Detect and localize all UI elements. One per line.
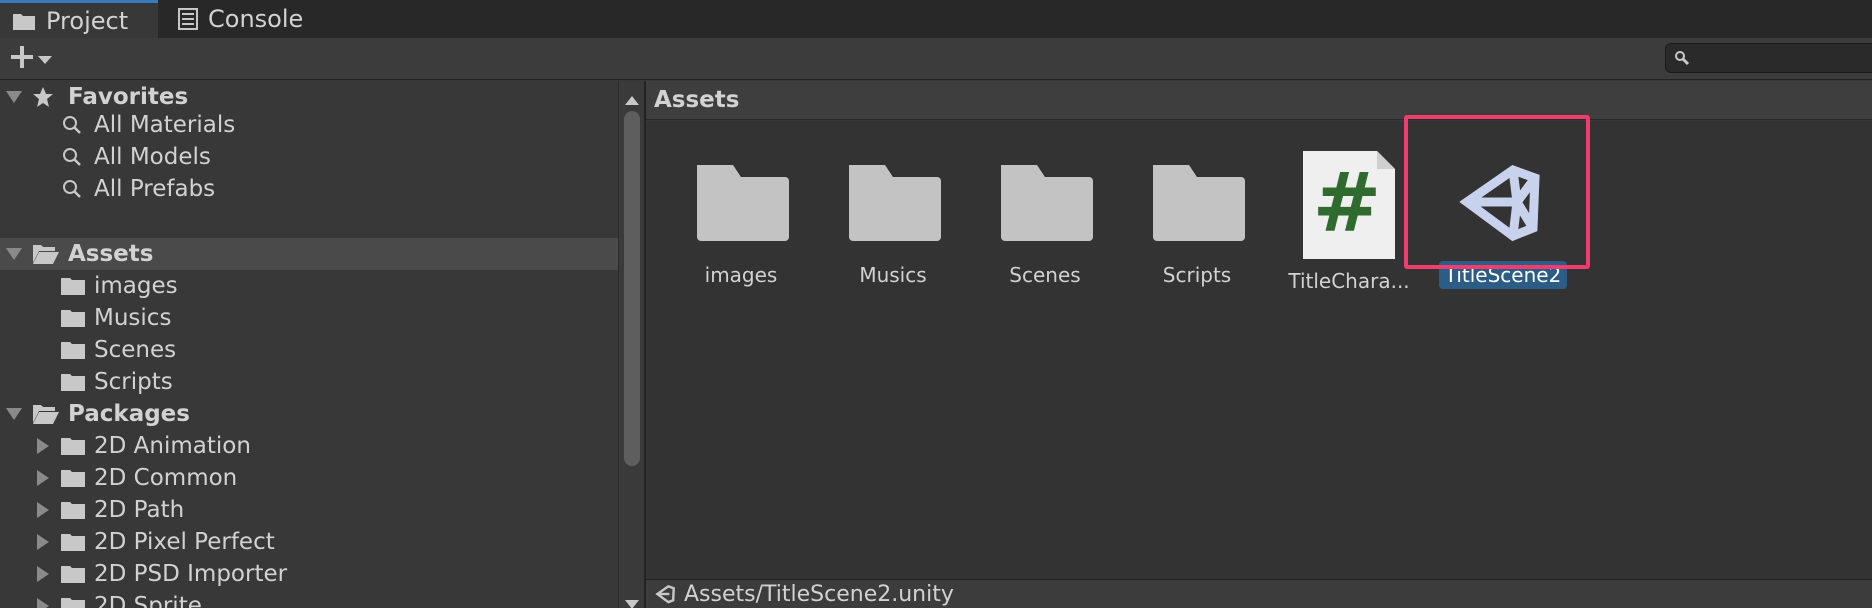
expanded-arrow-icon[interactable] (6, 247, 22, 261)
asset-item-scenes[interactable]: Scenes (970, 149, 1120, 289)
tree-item-all-prefabs[interactable]: All Prefabs (0, 173, 618, 205)
open-folder-icon (32, 403, 60, 425)
tree-item-label: 2D Pixel Perfect (94, 529, 275, 555)
selected-asset-path-bar: Assets/TitleScene2.unity (646, 579, 1872, 608)
toolbar (0, 38, 1872, 80)
asset-item-images[interactable]: images (666, 149, 816, 289)
star-icon (32, 86, 54, 108)
asset-path: Assets/TitleScene2.unity (684, 582, 954, 607)
project-tree: Favorites All Materials All Models All P… (0, 81, 618, 608)
tree-scrollbar[interactable] (618, 81, 644, 608)
folder-icon (60, 500, 86, 520)
add-button[interactable] (10, 44, 62, 74)
asset-item-musics[interactable]: Musics (818, 149, 968, 289)
tree-item-2d-path[interactable]: 2D Path (0, 494, 618, 526)
asset-name: TitleChara... (1288, 269, 1410, 293)
tree-item-images[interactable]: images (0, 270, 618, 302)
tab-project-label: Project (46, 6, 129, 35)
asset-item-scripts[interactable]: Scripts (1122, 149, 1272, 289)
tree-item-label: All Prefabs (94, 176, 216, 202)
tree-item-label: Scenes (94, 337, 177, 363)
asset-item-titlecharacter-script[interactable]: # TitleChara... (1274, 149, 1424, 293)
scroll-up-icon[interactable] (625, 90, 639, 109)
folder-icon (60, 308, 86, 328)
folder-icon (60, 372, 86, 392)
tree-item-label: Musics (94, 305, 172, 331)
search-input[interactable] (1665, 43, 1872, 73)
tree-assets[interactable]: Assets (0, 238, 618, 270)
breadcrumb-assets[interactable]: Assets (654, 87, 739, 113)
tree-item-scenes[interactable]: Scenes (0, 334, 618, 366)
selection-highlight-box (1404, 115, 1590, 269)
search-icon (62, 147, 82, 167)
tree-item-2d-animation[interactable]: 2D Animation (0, 430, 618, 462)
tree-item-all-models[interactable]: All Models (0, 141, 618, 173)
tree-item-label: images (94, 273, 178, 299)
breadcrumb: Assets (646, 81, 1872, 120)
plus-icon (10, 45, 34, 73)
asset-name: Scenes (1009, 263, 1081, 287)
expanded-arrow-icon[interactable] (6, 90, 22, 104)
tree-item-label: All Models (94, 144, 211, 170)
tree-item-label: Scripts (94, 369, 173, 395)
collapsed-arrow-icon[interactable] (36, 534, 50, 550)
tab-bar: Project Console (0, 0, 1872, 38)
tree-favorites-label: Favorites (68, 84, 189, 110)
expanded-arrow-icon[interactable] (6, 407, 22, 421)
search-icon (62, 179, 82, 199)
folder-icon (60, 468, 86, 488)
tab-project[interactable]: Project (0, 0, 158, 38)
scroll-down-icon[interactable] (625, 595, 639, 608)
tree-item-label: 2D PSD Importer (94, 561, 288, 587)
tab-console-label: Console (208, 5, 304, 33)
folder-icon (60, 564, 86, 584)
csharp-script-icon: # (1299, 149, 1399, 261)
tree-packages-label: Packages (68, 401, 190, 427)
asset-name: Musics (859, 263, 927, 287)
folder-icon (60, 596, 86, 608)
folder-icon (691, 149, 791, 255)
tree-item-all-materials[interactable]: All Materials (0, 109, 618, 141)
collapsed-arrow-icon[interactable] (36, 438, 50, 454)
console-icon (178, 8, 198, 30)
asset-name: images (704, 263, 778, 287)
tree-item-label: 2D Common (94, 465, 238, 491)
asset-grid: images Musics Scenes Scripts # TitleChar… (646, 115, 1872, 579)
folder-icon (60, 532, 86, 552)
scrollbar-thumb[interactable] (624, 111, 640, 466)
tree-item-2d-common[interactable]: 2D Common (0, 462, 618, 494)
tree-item-scripts[interactable]: Scripts (0, 366, 618, 398)
chevron-down-icon (38, 50, 52, 69)
tab-console[interactable]: Console (174, 0, 303, 38)
folder-icon (60, 276, 86, 296)
folder-icon (843, 149, 943, 255)
collapsed-arrow-icon[interactable] (36, 566, 50, 582)
search-icon (1674, 50, 1690, 70)
tree-item-label: 2D Animation (94, 433, 251, 459)
collapsed-arrow-icon[interactable] (36, 470, 50, 486)
folder-icon (1147, 149, 1247, 255)
tree-item-label: All Materials (94, 112, 236, 138)
tree-item-2d-pixel-perfect[interactable]: 2D Pixel Perfect (0, 526, 618, 558)
collapsed-arrow-icon[interactable] (36, 502, 50, 518)
folder-icon (12, 11, 36, 31)
tree-item-musics[interactable]: Musics (0, 302, 618, 334)
tree-item-label: 2D Sprite (94, 593, 202, 608)
folder-icon (995, 149, 1095, 255)
tree-packages[interactable]: Packages (0, 398, 618, 430)
tree-item-label: 2D Path (94, 497, 185, 523)
tree-assets-label: Assets (68, 241, 154, 267)
folder-icon (60, 436, 86, 456)
tree-item-2d-sprite[interactable]: 2D Sprite (0, 590, 618, 608)
collapsed-arrow-icon[interactable] (36, 598, 50, 608)
asset-name: Scripts (1162, 263, 1232, 287)
unity-scene-icon (654, 582, 678, 606)
search-icon (62, 115, 82, 135)
tree-item-2d-psd-importer[interactable]: 2D PSD Importer (0, 558, 618, 590)
folder-icon (60, 340, 86, 360)
open-folder-icon (32, 243, 60, 265)
svg-text:#: # (1313, 156, 1382, 251)
